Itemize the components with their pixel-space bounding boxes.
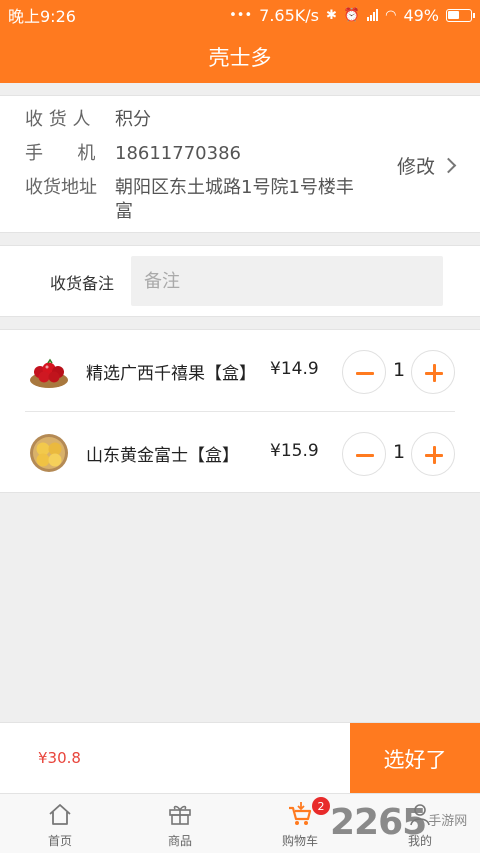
address-row: 收货地址 朝阳区东土城路1号院1号楼丰富 — [25, 176, 365, 224]
product-image — [30, 358, 68, 388]
edit-address-button[interactable]: 修改 — [396, 152, 457, 179]
tab-home[interactable]: 首页 — [0, 794, 120, 853]
nav-bar: 壳士多 — [0, 30, 480, 83]
phone-value: 18611770386 — [115, 143, 241, 164]
signal-icon — [367, 9, 379, 21]
confirm-label: 选好了 — [383, 747, 447, 772]
quantity-value: 1 — [392, 359, 406, 381]
remark-label: 收货备注 — [50, 274, 115, 293]
alarm-icon: ⏰ — [343, 7, 361, 23]
phone-label: 手 机 — [25, 143, 96, 164]
cart-icon — [289, 802, 312, 825]
tab-label: 购物车 — [281, 834, 318, 848]
product-name: 山东黄金富士【盒】 — [86, 446, 239, 466]
remark-input[interactable] — [131, 256, 443, 306]
minus-icon — [356, 453, 374, 457]
battery-percent: 49% — [403, 5, 439, 25]
quantity-value: 1 — [392, 441, 406, 463]
gift-icon — [169, 805, 191, 825]
receiver-row: 收 货 人 积分 — [25, 108, 365, 132]
status-time: 晚上9:26 — [8, 7, 76, 26]
tab-bar: 首页 商品 2 购物车 我的 — [0, 793, 480, 853]
tab-label: 我的 — [407, 834, 432, 848]
tab-profile[interactable]: 我的 — [360, 794, 480, 853]
bluetooth-icon: ✱ — [326, 7, 337, 23]
product-price: ¥14.9 — [270, 359, 319, 379]
edit-label: 修改 — [396, 156, 435, 178]
total-price: ¥30.8 — [38, 749, 81, 767]
cart-item: 山东黄金富士【盒】 ¥15.9 1 — [0, 412, 480, 494]
decrease-quantity-button[interactable] — [342, 350, 386, 394]
cart-item: 精选广西千禧果【盒】 ¥14.9 1 — [0, 330, 480, 412]
phone-row: 手 机 18611770386 — [25, 142, 365, 166]
tab-label: 商品 — [167, 834, 192, 848]
user-icon — [410, 804, 430, 826]
decrease-quantity-button[interactable] — [342, 432, 386, 476]
status-icons: ••• 7.65K/s ✱ ⏰ ◠ 49% — [229, 5, 475, 25]
checkout-bar: ¥30.8 选好了 — [0, 722, 480, 794]
receiver-label: 收 货 人 — [25, 109, 91, 130]
receiver-value: 积分 — [115, 109, 151, 130]
notification-dots: ••• — [229, 7, 253, 23]
battery-icon — [446, 8, 475, 22]
tab-label: 首页 — [47, 834, 72, 848]
address-card[interactable]: 收 货 人 积分 手 机 18611770386 收货地址 朝阳区东土城路1号院… — [0, 95, 480, 233]
address-label: 收货地址 — [25, 177, 97, 198]
remark-section: 收货备注 — [0, 245, 480, 317]
cart-badge: 2 — [312, 797, 330, 815]
increase-quantity-button[interactable] — [411, 432, 455, 476]
tab-products[interactable]: 商品 — [120, 794, 240, 853]
page-title: 壳士多 — [208, 45, 272, 70]
home-icon — [49, 804, 71, 825]
product-name: 精选广西千禧果【盒】 — [86, 364, 256, 384]
cart-list: 精选广西千禧果【盒】 ¥14.9 1 山东黄金富士【盒】 ¥15.9 1 — [0, 329, 480, 493]
chevron-right-icon — [440, 157, 457, 174]
minus-icon — [356, 371, 374, 375]
confirm-button[interactable]: 选好了 — [350, 723, 480, 794]
product-image — [30, 434, 68, 472]
wifi-icon: ◠ — [385, 7, 397, 23]
status-bar: 晚上9:26 ••• 7.65K/s ✱ ⏰ ◠ 49% — [0, 0, 480, 30]
tab-cart[interactable]: 2 购物车 — [240, 794, 360, 853]
network-speed: 7.65K/s — [259, 5, 319, 25]
address-value: 朝阳区东土城路1号院1号楼丰富 — [115, 177, 354, 222]
increase-quantity-button[interactable] — [411, 350, 455, 394]
product-price: ¥15.9 — [270, 441, 319, 461]
